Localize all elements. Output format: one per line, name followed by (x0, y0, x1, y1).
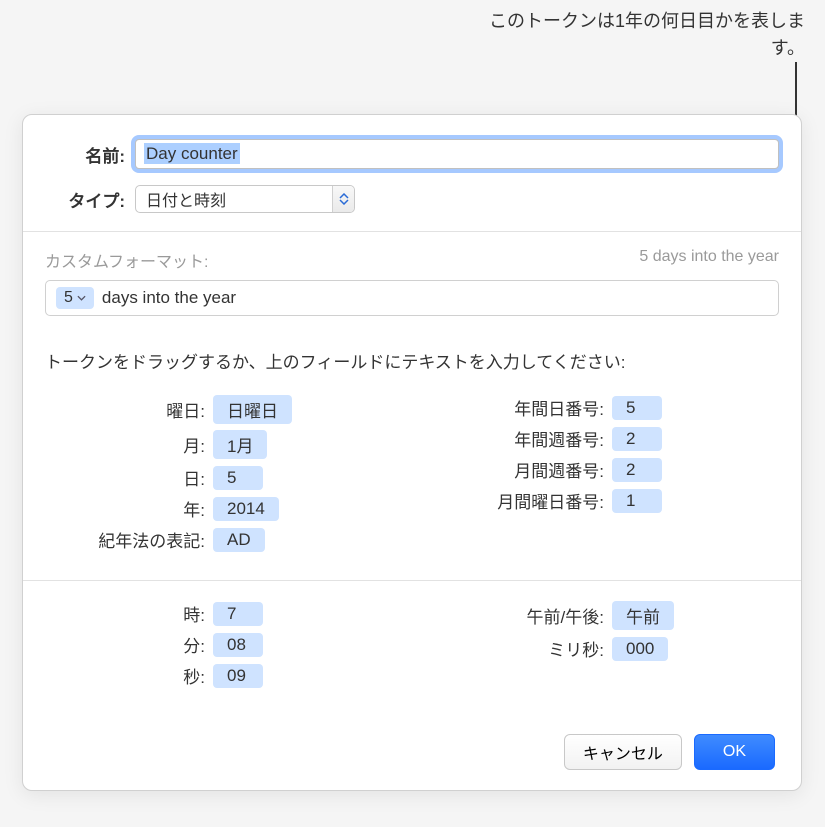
token-day-value[interactable]: 5 (213, 466, 263, 490)
token-weekofyear: 年間週番号: 2 (412, 426, 779, 451)
token-second: 秒: 09 (45, 663, 412, 688)
ok-button[interactable]: OK (694, 734, 775, 770)
token-day: 日: 5 (45, 465, 412, 490)
token-year: 年: 2014 (45, 496, 412, 521)
token-dayofyear: 年間日番号: 5 (412, 395, 779, 420)
name-input[interactable]: Day counter (135, 139, 779, 169)
token-weekday-value[interactable]: 日曜日 (213, 395, 292, 424)
name-input-value: Day counter (144, 143, 240, 164)
format-preview: 5 days into the year (639, 248, 779, 272)
token-month-label: 月: (45, 432, 213, 457)
time-tokens-right-col: 午前/午後: 午前 ミリ秒: 000 (412, 595, 779, 694)
token-minute: 分: 08 (45, 632, 412, 657)
token-era-value[interactable]: AD (213, 528, 265, 552)
time-tokens-grid: 時: 7 分: 08 秒: 09 午前/午後: 午前 ミリ秒: 000 (23, 581, 801, 704)
custom-format-label: カスタムフォーマット: (45, 248, 209, 272)
token-weekdayofmonth: 月間曜日番号: 1 (412, 488, 779, 513)
chevron-down-icon (77, 293, 86, 304)
time-tokens-left-col: 時: 7 分: 08 秒: 09 (45, 595, 412, 694)
date-tokens-grid: 曜日: 日曜日 月: 1月 日: 5 年: 2014 紀年法の表記: AD 年間 (23, 383, 801, 568)
token-ampm-value[interactable]: 午前 (612, 601, 674, 630)
token-minute-label: 分: (45, 632, 213, 657)
token-ampm-label: 午前/午後: (412, 603, 612, 628)
token-year-label: 年: (45, 496, 213, 521)
format-token-value: 5 (64, 289, 73, 307)
token-hour: 時: 7 (45, 601, 412, 626)
token-second-label: 秒: (45, 663, 213, 688)
date-tokens-left-col: 曜日: 日曜日 月: 1月 日: 5 年: 2014 紀年法の表記: AD (45, 389, 412, 558)
token-hour-label: 時: (45, 601, 213, 626)
token-second-value[interactable]: 09 (213, 664, 263, 688)
token-era: 紀年法の表記: AD (45, 527, 412, 552)
cancel-button[interactable]: キャンセル (564, 734, 682, 770)
token-weekofyear-value[interactable]: 2 (612, 427, 662, 451)
chevron-updown-icon (332, 186, 354, 212)
token-month-value[interactable]: 1月 (213, 430, 267, 459)
callout-text: このトークンは1年の何日目かを表します。 (485, 8, 805, 62)
token-ampm: 午前/午後: 午前 (412, 601, 779, 630)
token-weekofyear-label: 年間週番号: (412, 426, 612, 451)
token-month: 月: 1月 (45, 430, 412, 459)
type-select[interactable]: 日付と時刻 (135, 185, 355, 213)
name-row: 名前: Day counter (23, 115, 801, 175)
format-text-after: days into the year (102, 288, 236, 308)
token-hour-value[interactable]: 7 (213, 602, 263, 626)
token-weekdayofmonth-value[interactable]: 1 (612, 489, 662, 513)
instructions-text: トークンをドラッグするか、上のフィールドにテキストを入力してください: (23, 328, 801, 383)
token-dayofyear-value[interactable]: 5 (612, 396, 662, 420)
token-year-value[interactable]: 2014 (213, 497, 279, 521)
token-minute-value[interactable]: 08 (213, 633, 263, 657)
type-row: タイプ: 日付と時刻 (23, 175, 801, 219)
dialog-buttons: キャンセル OK (23, 704, 801, 770)
custom-format-header: カスタムフォーマット: 5 days into the year (23, 232, 801, 280)
token-day-label: 日: (45, 465, 213, 490)
token-millisecond: ミリ秒: 000 (412, 636, 779, 661)
token-weekday: 曜日: 日曜日 (45, 395, 412, 424)
token-millisecond-value[interactable]: 000 (612, 637, 668, 661)
name-label: 名前: (45, 142, 135, 167)
format-token-dayofyear[interactable]: 5 (56, 287, 94, 309)
format-field[interactable]: 5 days into the year (45, 280, 779, 316)
custom-format-dialog: 名前: Day counter タイプ: 日付と時刻 カスタムフォーマット: 5… (22, 114, 802, 791)
type-select-value: 日付と時刻 (146, 187, 226, 211)
token-weekofmonth-label: 月間週番号: (412, 457, 612, 482)
type-label: タイプ: (45, 187, 135, 212)
token-weekofmonth: 月間週番号: 2 (412, 457, 779, 482)
date-tokens-right-col: 年間日番号: 5 年間週番号: 2 月間週番号: 2 月間曜日番号: 1 (412, 389, 779, 558)
token-millisecond-label: ミリ秒: (412, 636, 612, 661)
token-weekofmonth-value[interactable]: 2 (612, 458, 662, 482)
token-weekday-label: 曜日: (45, 397, 213, 422)
token-era-label: 紀年法の表記: (45, 527, 213, 552)
token-weekdayofmonth-label: 月間曜日番号: (412, 488, 612, 513)
token-dayofyear-label: 年間日番号: (412, 395, 612, 420)
